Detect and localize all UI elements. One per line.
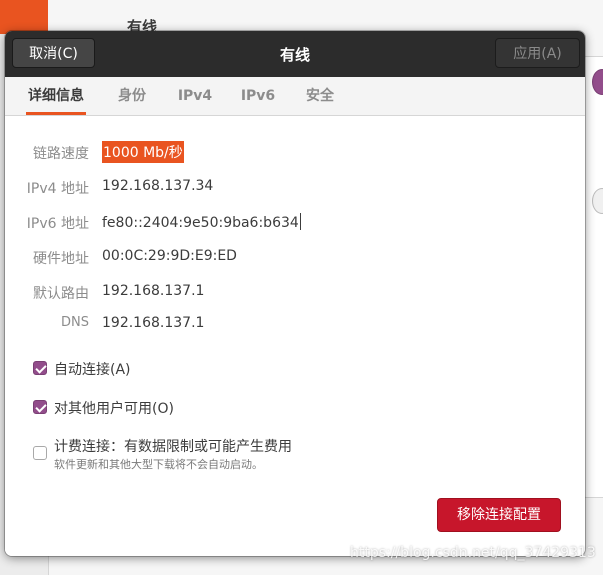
ipv6-address-value: fe80::2404:9e50:9ba6:b634	[102, 215, 299, 231]
auto-connect-checkbox[interactable]	[33, 361, 47, 375]
detail-row-default-route: 默认路由 192.168.137.1	[5, 279, 585, 305]
ipv6-address-label: IPv6 地址	[26, 216, 89, 232]
link-speed-value[interactable]: 1000 Mb/秒	[102, 141, 184, 163]
details-content: 链路速度 1000 Mb/秒 IPv4 地址 192.168.137.34 IP…	[5, 116, 585, 556]
ipv4-address-value[interactable]: 192.168.137.34	[102, 178, 213, 194]
metered-description: 软件更新和其他大型下载将不会自动启动。	[54, 458, 263, 471]
all-users-label: 对其他用户可用(O)	[54, 401, 174, 417]
text-cursor	[299, 213, 301, 230]
tab-bar: 详细信息 身份 IPv4 IPv6 安全	[5, 77, 585, 116]
detail-row-hardware: 硬件地址 00:0C:29:9D:E9:ED	[5, 244, 585, 270]
detail-row-dns: DNS 192.168.137.1	[5, 311, 585, 337]
all-users-checkbox[interactable]	[33, 400, 47, 414]
detail-row-ipv6: IPv6 地址 fe80::2404:9e50:9ba6:b634	[5, 209, 585, 235]
hardware-address-label: 硬件地址	[33, 251, 89, 267]
dns-value[interactable]: 192.168.137.1	[102, 315, 204, 331]
default-route-value[interactable]: 192.168.137.1	[102, 283, 204, 299]
sidebar-accent	[0, 0, 48, 34]
dialog-headerbar: 取消(C) 有线 应用(A)	[5, 31, 585, 78]
ipv6-address-field[interactable]: fe80::2404:9e50:9ba6:b634	[102, 213, 301, 231]
cancel-button[interactable]: 取消(C)	[12, 38, 95, 68]
ipv4-address-label: IPv4 地址	[26, 181, 89, 197]
metered-label: 计费连接：有数据限制或可能产生费用	[54, 439, 292, 455]
dns-label: DNS	[61, 315, 89, 330]
tab-ipv4[interactable]: IPv4	[177, 77, 213, 115]
wired-settings-dialog: 取消(C) 有线 应用(A) 详细信息 身份 IPv4 IPv6 安全 链路速度…	[5, 31, 585, 556]
detail-row-link-speed: 链路速度 1000 Mb/秒	[5, 139, 585, 165]
tab-security[interactable]: 安全	[303, 77, 337, 115]
link-speed-label: 链路速度	[33, 146, 89, 162]
tab-identity[interactable]: 身份	[115, 77, 149, 115]
tab-ipv6[interactable]: IPv6	[240, 77, 276, 115]
default-route-label: 默认路由	[33, 286, 89, 302]
metered-checkbox[interactable]	[33, 446, 47, 460]
remove-connection-button[interactable]: 移除连接配置	[437, 498, 561, 532]
apply-button[interactable]: 应用(A)	[495, 38, 580, 68]
hardware-address-value[interactable]: 00:0C:29:9D:E9:ED	[102, 248, 237, 264]
watermark-text: https://blog.csdn.net/qq_37429313	[350, 545, 596, 561]
auto-connect-label: 自动连接(A)	[54, 362, 131, 378]
tab-details[interactable]: 详细信息	[26, 77, 86, 115]
detail-row-ipv4: IPv4 地址 192.168.137.34	[5, 174, 585, 200]
